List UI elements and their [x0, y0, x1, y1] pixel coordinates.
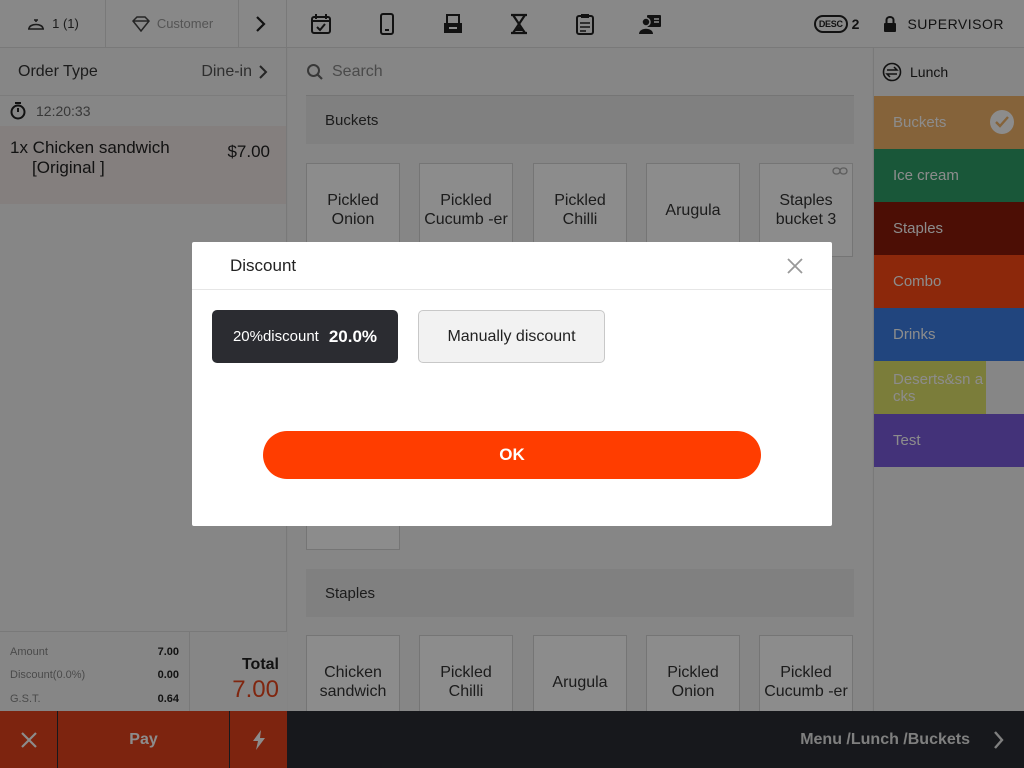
manual-discount-button[interactable]: Manually discount: [418, 310, 605, 363]
discount-options: 20%discount 20.0% Manually discount: [212, 310, 605, 363]
ok-button[interactable]: OK: [263, 431, 761, 479]
discount-option-value: 20.0%: [328, 326, 378, 346]
dialog-title: Discount: [230, 255, 297, 275]
close-icon[interactable]: [786, 257, 804, 275]
dialog-header: Discount: [192, 242, 832, 290]
discount-option-name: 20%discount: [232, 328, 319, 345]
discount-option-20[interactable]: 20%discount 20.0%: [212, 310, 398, 363]
discount-dialog: Discount 20%discount 20.0% Manually disc…: [192, 242, 832, 526]
